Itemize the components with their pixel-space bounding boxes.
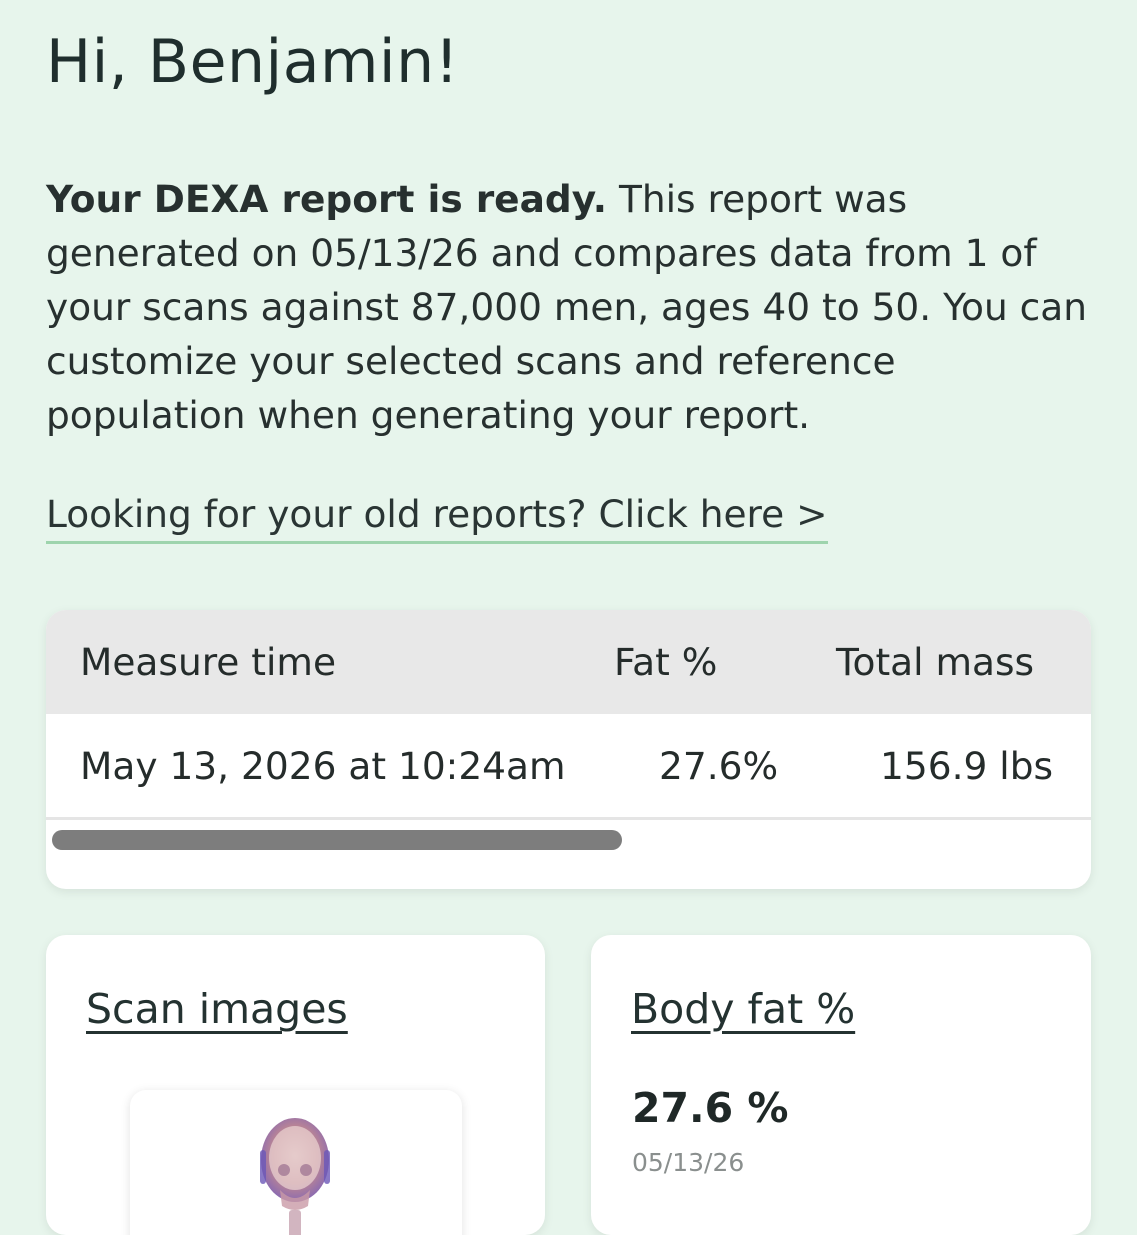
report-ready-lead: Your DEXA report is ready. (46, 177, 608, 221)
scans-table-card: Measure time Fat % Total mass May 13, 20… (46, 610, 1091, 889)
column-header-fat-percent[interactable]: Fat % (614, 610, 717, 714)
scan-images-link[interactable]: Scan images (86, 981, 348, 1037)
scan-images-tile: Scan images (46, 935, 545, 1235)
dexa-skeleton-scan-icon (260, 1118, 330, 1235)
table-header-row: Measure time Fat % Total mass (46, 610, 1091, 714)
old-reports-link[interactable]: Looking for your old reports? Click here… (46, 487, 828, 544)
cell-measure-time: May 13, 2026 at 10:24am (80, 744, 566, 788)
body-fat-date: 05/13/26 (632, 1148, 745, 1177)
column-header-total-mass[interactable]: Total mass (836, 610, 1034, 714)
cell-total-mass: 156.9 lbs (880, 744, 1054, 788)
column-header-measure-time[interactable]: Measure time (80, 610, 336, 714)
body-fat-link[interactable]: Body fat % (631, 981, 855, 1037)
table-row[interactable]: May 13, 2026 at 10:24am 27.6% 156.9 lbs (46, 714, 1091, 820)
horizontal-scrollbar[interactable] (52, 830, 622, 850)
body-fat-value: 27.6 % (632, 1084, 789, 1132)
report-intro: Your DEXA report is ready. This report w… (46, 172, 1096, 442)
cell-fat-percent: 27.6% (659, 744, 779, 788)
greeting-heading: Hi, Benjamin! (46, 27, 460, 97)
scan-image-thumbnail[interactable] (130, 1090, 462, 1235)
body-fat-tile: Body fat % 27.6 % 05/13/26 (591, 935, 1091, 1235)
